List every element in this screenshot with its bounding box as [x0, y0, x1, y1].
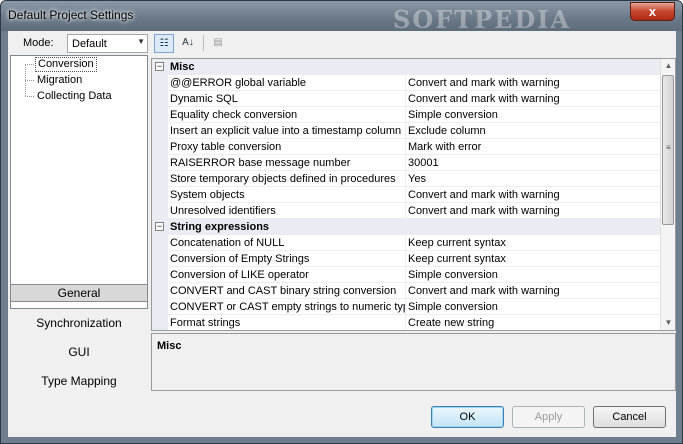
property-pages-button[interactable]: ▤	[208, 34, 228, 53]
property-row[interactable]: Concatenation of NULL Keep current syntax	[168, 235, 660, 251]
property-value[interactable]: Simple conversion	[408, 109, 498, 121]
property-name: Conversion of Empty Strings	[170, 253, 310, 265]
description-title: Misc	[157, 340, 182, 352]
tree-item-conversion[interactable]: Conversion	[35, 57, 97, 72]
property-value[interactable]: Keep current syntax	[408, 253, 506, 265]
mode-label: Mode:	[23, 37, 54, 49]
tree-connector	[25, 96, 34, 97]
nav-synchronization-button[interactable]: Synchronization	[10, 309, 148, 337]
property-name: Store temporary objects defined in proce…	[170, 173, 396, 185]
property-row[interactable]: Conversion of LIKE operator Simple conver…	[168, 267, 660, 283]
property-value[interactable]: Convert and mark with warning	[408, 189, 560, 201]
tree-item-migration[interactable]: Migration	[35, 73, 84, 88]
property-row[interactable]: CONVERT or CAST empty strings to numeric…	[168, 299, 660, 315]
property-name: Dynamic SQL	[170, 93, 238, 105]
category-label: String expressions	[170, 221, 270, 233]
property-value[interactable]: Mark with error	[408, 141, 481, 153]
window-title: Default Project Settings	[8, 8, 134, 22]
property-name: Unresolved identifiers	[170, 205, 276, 217]
watermark: SOFTPEDIA	[393, 5, 572, 34]
property-row[interactable]: Store temporary objects defined in proce…	[168, 171, 660, 187]
mode-select[interactable]: Default ▼	[67, 34, 148, 53]
property-row[interactable]: Unresolved identifiers Convert and mark w…	[168, 203, 660, 219]
collapse-icon[interactable]: −	[155, 222, 164, 231]
tree-item-collecting-data[interactable]: Collecting Data	[35, 89, 114, 104]
vertical-scrollbar[interactable]: ▲ ≡ ▼	[660, 59, 675, 330]
property-name: Conversion of LIKE operator	[170, 269, 309, 281]
close-button[interactable]: x	[630, 2, 675, 21]
scroll-up-icon[interactable]: ▲	[661, 59, 675, 73]
property-row[interactable]: RAISERROR base message number 30001	[168, 155, 660, 171]
toolbar-separator	[203, 35, 204, 51]
property-row[interactable]: CONVERT and CAST binary string conversio…	[168, 283, 660, 299]
property-value[interactable]: Convert and mark with warning	[408, 205, 560, 217]
property-name: Format strings	[170, 317, 241, 329]
property-row[interactable]: Proxy table conversion Mark with error	[168, 139, 660, 155]
property-grid: − Misc @@ERROR global variable Convert an…	[151, 58, 676, 331]
category-label: Misc	[170, 61, 195, 73]
property-value[interactable]: Convert and mark with warning	[408, 93, 560, 105]
property-value[interactable]: Exclude column	[408, 125, 486, 137]
categorized-view-button[interactable]: ☷	[154, 34, 174, 53]
property-row[interactable]: Dynamic SQL Convert and mark with warning	[168, 91, 660, 107]
settings-window: Default Project Settings SOFTPEDIA x Mod…	[0, 0, 683, 444]
property-name: CONVERT or CAST empty strings to numeric…	[170, 301, 405, 313]
property-name: Insert an explicit value into a timestam…	[170, 125, 402, 137]
cancel-button[interactable]: Cancel	[593, 406, 666, 428]
property-name: System objects	[170, 189, 245, 201]
toolbar: Mode: Default ▼ ☷ A↓ ▤	[8, 31, 676, 55]
property-value[interactable]: Convert and mark with warning	[408, 77, 560, 89]
property-value[interactable]: Keep current syntax	[408, 237, 506, 249]
property-row[interactable]: Equality check conversion Simple conversi…	[168, 107, 660, 123]
settings-tree: Conversion Migration Collecting Data	[10, 55, 148, 309]
property-name: RAISERROR base message number	[170, 157, 351, 169]
scroll-down-icon[interactable]: ▼	[661, 316, 675, 330]
apply-button[interactable]: Apply	[512, 406, 585, 428]
grid-margin	[152, 59, 168, 330]
category-misc[interactable]: − Misc	[152, 59, 660, 75]
property-row[interactable]: System objects Convert and mark with warn…	[168, 187, 660, 203]
property-value[interactable]: Create new string	[408, 317, 494, 329]
description-pane: Misc	[151, 333, 676, 391]
alphabetical-sort-button[interactable]: A↓	[178, 34, 198, 53]
ok-button[interactable]: OK	[431, 406, 504, 428]
title-bar[interactable]: Default Project Settings SOFTPEDIA x	[1, 1, 682, 34]
nav-general-button[interactable]: General	[10, 284, 148, 302]
property-name: @@ERROR global variable	[170, 77, 307, 89]
property-value[interactable]: Simple conversion	[408, 301, 498, 313]
dialog-client: Mode: Default ▼ ☷ A↓ ▤ Conversion Migrat…	[8, 31, 676, 437]
property-row[interactable]: Conversion of Empty Strings Keep current …	[168, 251, 660, 267]
tree-connector	[25, 80, 34, 81]
nav-type-mapping-button[interactable]: Type Mapping	[10, 367, 148, 395]
nav-gui-button[interactable]: GUI	[10, 338, 148, 366]
grip-icon: ≡	[666, 143, 671, 152]
property-value[interactable]: Yes	[408, 173, 426, 185]
property-value[interactable]: Simple conversion	[408, 269, 498, 281]
property-name: CONVERT and CAST binary string conversio…	[170, 285, 397, 297]
category-string-expressions[interactable]: − String expressions	[152, 219, 660, 235]
property-name: Equality check conversion	[170, 109, 298, 121]
chevron-down-icon: ▼	[137, 37, 145, 46]
property-value[interactable]: Convert and mark with warning	[408, 285, 560, 297]
mode-value: Default	[72, 38, 107, 50]
property-name: Concatenation of NULL	[170, 237, 285, 249]
property-name: Proxy table conversion	[170, 141, 282, 153]
property-row[interactable]: @@ERROR global variable Convert and mark …	[168, 75, 660, 91]
scroll-thumb[interactable]: ≡	[662, 75, 674, 225]
collapse-icon[interactable]: −	[155, 62, 164, 71]
property-row[interactable]: Format strings Create new string	[168, 315, 660, 330]
property-row[interactable]: Insert an explicit value into a timestam…	[168, 123, 660, 139]
property-value[interactable]: 30001	[408, 157, 439, 169]
tree-connector	[25, 64, 34, 65]
